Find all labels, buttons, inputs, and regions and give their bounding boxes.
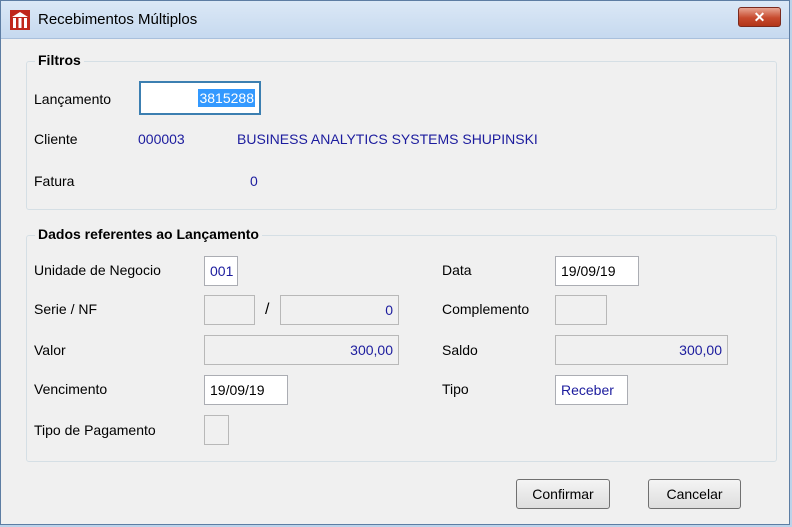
vencimento-label: Vencimento bbox=[34, 381, 108, 397]
vencimento-field[interactable]: 19/09/19 bbox=[204, 375, 288, 405]
lancamento-value: 3815288 bbox=[198, 89, 255, 107]
unidade-field[interactable]: 001 bbox=[204, 256, 238, 286]
dados-title: Dados referentes ao Lançamento bbox=[35, 226, 262, 242]
saldo-field[interactable]: 300,00 bbox=[555, 335, 728, 365]
tipo-pagamento-label: Tipo de Pagamento bbox=[34, 422, 156, 438]
valor-field[interactable]: 300,00 bbox=[204, 335, 399, 365]
tipo-pagamento-field[interactable] bbox=[204, 415, 229, 445]
cancelar-label: Cancelar bbox=[666, 486, 723, 502]
nf-field[interactable]: 0 bbox=[280, 295, 399, 325]
serie-field[interactable] bbox=[204, 295, 255, 325]
recebimentos-dialog: Recebimentos Múltiplos ✕ Filtros Lançame… bbox=[0, 0, 790, 525]
app-logo-icon bbox=[10, 10, 30, 30]
confirmar-button[interactable]: Confirmar bbox=[516, 479, 610, 509]
fatura-label: Fatura bbox=[34, 173, 75, 189]
lancamento-label: Lançamento bbox=[34, 91, 112, 107]
cliente-code: 000003 bbox=[138, 131, 185, 147]
cliente-name: BUSINESS ANALYTICS SYSTEMS SHUPINSKI bbox=[237, 131, 538, 147]
lancamento-input[interactable]: 3815288 bbox=[139, 81, 261, 115]
tipo-field[interactable]: Receber bbox=[555, 375, 628, 405]
complemento-label: Complemento bbox=[442, 301, 530, 317]
close-icon: ✕ bbox=[753, 9, 766, 25]
saldo-label: Saldo bbox=[442, 342, 478, 358]
data-field[interactable]: 19/09/19 bbox=[555, 256, 639, 286]
dialog-body: Filtros Lançamento 3815288 Cliente 00000… bbox=[9, 39, 781, 518]
cliente-label: Cliente bbox=[34, 131, 78, 147]
serie-label: Serie / NF bbox=[34, 301, 98, 317]
window-title: Recebimentos Múltiplos bbox=[38, 11, 198, 28]
filtros-title: Filtros bbox=[35, 52, 84, 68]
fatura-value: 0 bbox=[250, 173, 258, 189]
cancelar-button[interactable]: Cancelar bbox=[648, 479, 741, 509]
confirmar-label: Confirmar bbox=[532, 486, 594, 502]
title-bar[interactable]: Recebimentos Múltiplos ✕ bbox=[1, 1, 789, 39]
complemento-field[interactable] bbox=[555, 295, 607, 325]
data-label: Data bbox=[442, 262, 472, 278]
unidade-label: Unidade de Negocio bbox=[34, 262, 161, 278]
close-button[interactable]: ✕ bbox=[738, 7, 781, 27]
valor-label: Valor bbox=[34, 342, 66, 358]
serie-nf-separator: / bbox=[265, 301, 270, 318]
tipo-label: Tipo bbox=[442, 381, 469, 397]
